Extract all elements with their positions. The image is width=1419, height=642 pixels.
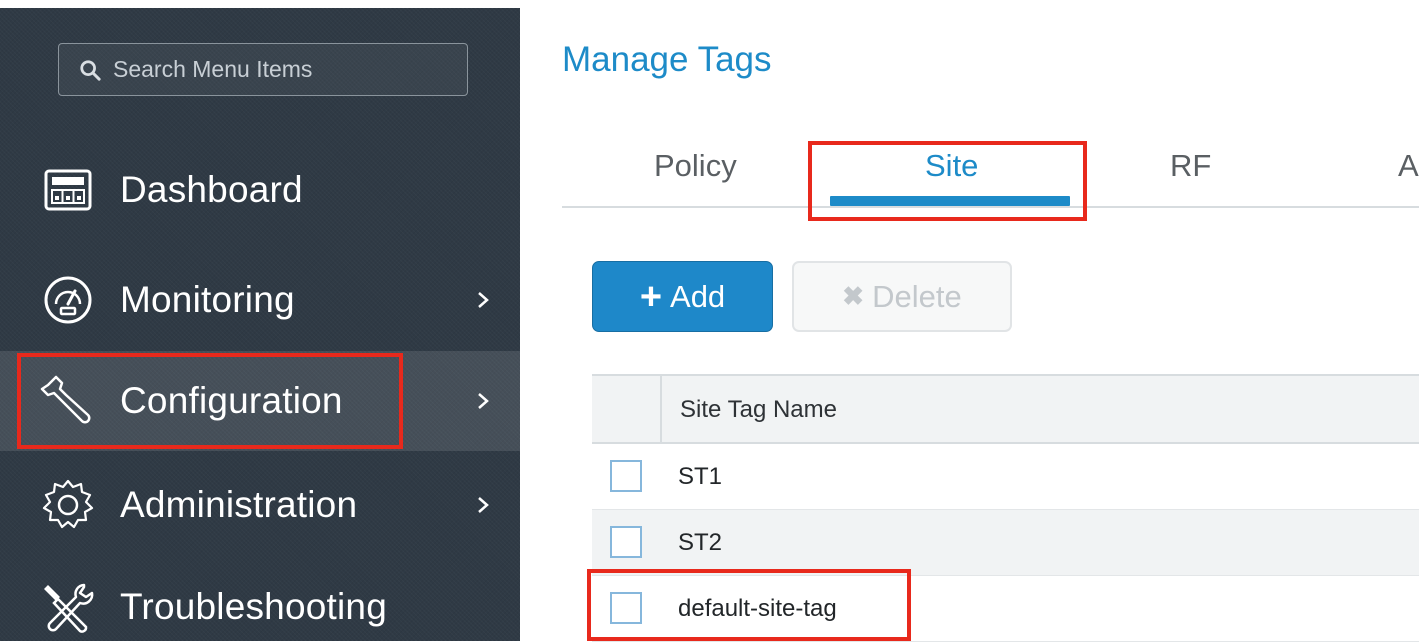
sidebar-item-dashboard[interactable]: Dashboard	[0, 140, 520, 240]
select-column-header	[592, 376, 662, 444]
table-row[interactable]: ST2	[592, 510, 1419, 576]
sidebar-item-label: Dashboard	[120, 169, 303, 210]
page-title: Manage Tags	[562, 40, 772, 79]
column-header-site-tag-name[interactable]: Site Tag Name	[680, 396, 837, 424]
table-row[interactable]: default-site-tag	[592, 576, 1419, 642]
chevron-right-icon	[473, 490, 493, 520]
site-tag-name-cell: default-site-tag	[678, 595, 837, 622]
delete-button[interactable]: ✖ Delete	[792, 261, 1012, 332]
tab-site[interactable]: Site	[925, 148, 978, 184]
tab-rf[interactable]: RF	[1170, 148, 1211, 184]
main-content: Manage Tags Policy Site RF A + Add ✖ Del…	[520, 0, 1419, 642]
sidebar-item-administration[interactable]: Administration	[0, 455, 520, 555]
gear-icon	[36, 473, 100, 537]
sidebar-top-edge	[0, 0, 520, 8]
dashboard-icon	[36, 158, 100, 222]
table-row[interactable]: ST1	[592, 444, 1419, 510]
plus-icon: +	[639, 275, 663, 318]
sidebar-item-configuration[interactable]: Configuration	[0, 351, 520, 451]
add-button-label: Add	[670, 278, 726, 314]
add-button[interactable]: + Add	[592, 261, 773, 332]
table-header: Site Tag Name	[592, 376, 1419, 444]
row-checkbox[interactable]	[610, 526, 642, 558]
site-tag-table: Site Tag Name ST1 ST2 default-site-tag	[592, 374, 1419, 642]
row-checkbox[interactable]	[610, 460, 642, 492]
chevron-right-icon	[473, 386, 493, 416]
sidebar-item-label: Administration	[120, 484, 358, 525]
gauge-icon	[36, 268, 100, 332]
chevron-right-icon	[473, 285, 493, 315]
site-tag-name-cell: ST2	[678, 529, 723, 556]
sidebar-item-label: Configuration	[120, 380, 343, 421]
search-icon	[80, 59, 101, 81]
wrench-icon	[36, 369, 100, 433]
search-menu-box[interactable]	[58, 43, 468, 96]
sidebar-item-troubleshooting[interactable]: Troubleshooting	[0, 557, 520, 641]
site-tag-name-cell: ST1	[678, 463, 723, 490]
sidebar: Dashboard Monitoring Configuration	[0, 0, 520, 641]
delete-x-icon: ✖	[842, 281, 865, 311]
delete-button-label: Delete	[872, 278, 962, 314]
sidebar-item-label: Monitoring	[120, 279, 295, 320]
row-checkbox[interactable]	[610, 592, 642, 624]
tab-bar: Policy Site RF A	[562, 120, 1419, 208]
sidebar-item-label: Troubleshooting	[120, 586, 387, 627]
search-menu-input[interactable]	[113, 56, 413, 83]
sidebar-item-monitoring[interactable]: Monitoring	[0, 250, 520, 350]
active-tab-indicator	[830, 196, 1070, 206]
tab-policy[interactable]: Policy	[654, 148, 737, 184]
tab-a[interactable]: A	[1398, 148, 1419, 184]
tools-icon	[36, 575, 100, 639]
